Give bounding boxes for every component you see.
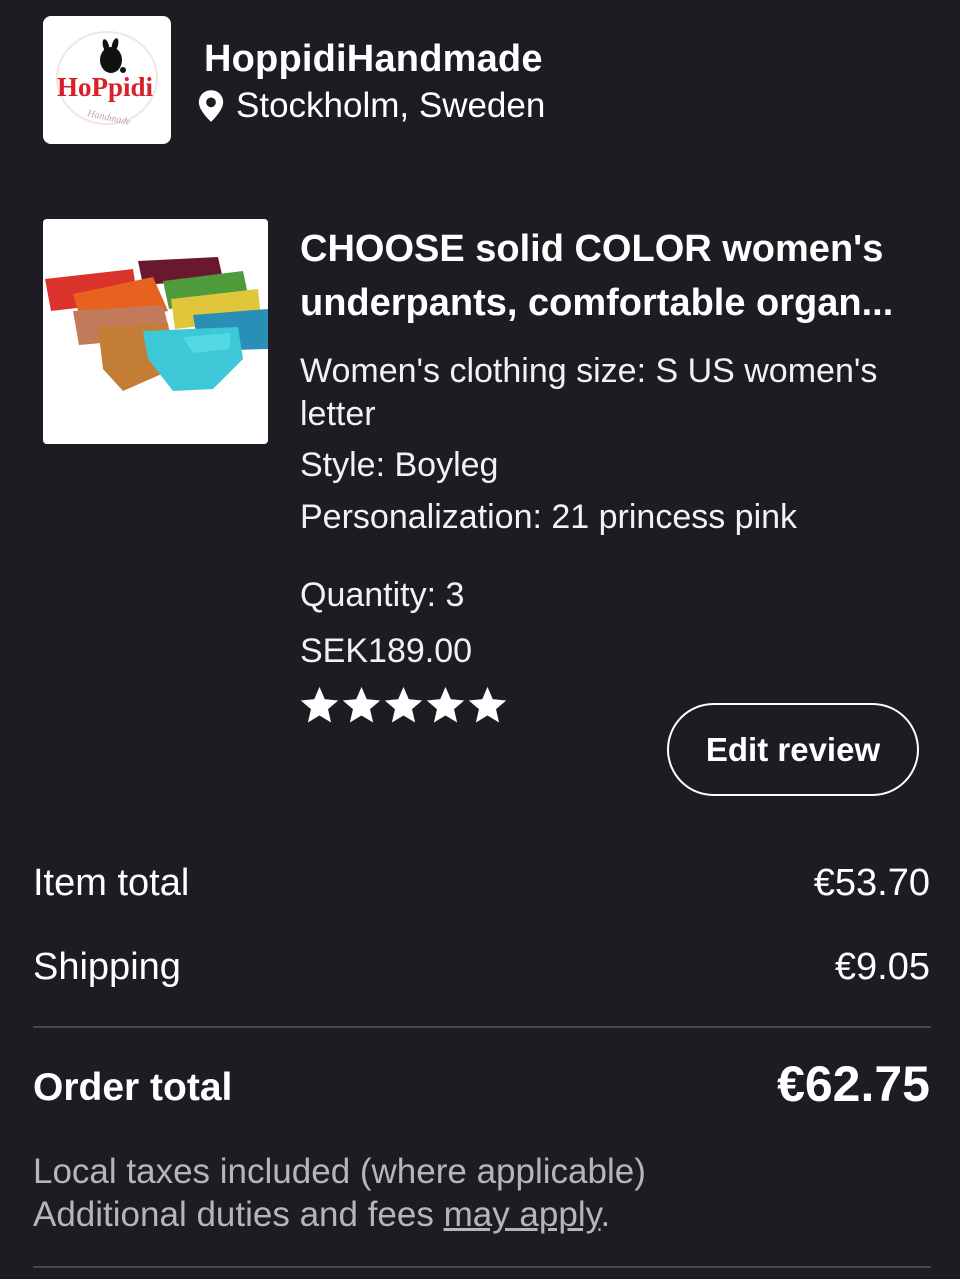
product-size-line1: Women's clothing size: S US women's (300, 352, 878, 390)
duties-note-line: Additional duties and fees may apply. (33, 1193, 646, 1236)
star-icon (300, 686, 339, 723)
product-title-line1: CHOOSE solid COLOR women's (300, 228, 884, 270)
logo-text: HoPpidi (57, 72, 154, 102)
product-title[interactable]: CHOOSE solid COLOR women's underpants, c… (300, 222, 940, 330)
item-total-value: €53.70 (813, 862, 930, 904)
shop-logo[interactable]: HoPpidi Handmade (43, 16, 171, 144)
duties-prefix: Additional duties and fees (33, 1195, 444, 1234)
shop-name[interactable]: HoppidiHandmade (204, 38, 543, 81)
order-total-value: €62.75 (777, 1056, 930, 1112)
shop-logo-image: HoPpidi Handmade (56, 31, 158, 128)
star-icon (384, 686, 423, 723)
shipping-value: €9.05 (834, 946, 930, 988)
review-stars (300, 686, 507, 725)
product-price: SEK189.00 (300, 632, 473, 670)
order-total-label: Order total (33, 1066, 233, 1109)
shop-location: Stockholm, Sweden (196, 86, 545, 126)
location-pin-icon (198, 90, 224, 122)
product-size-line2: letter (300, 395, 376, 433)
product-personalization: Personalization: 21 princess pink (300, 498, 798, 536)
duties-suffix: . (600, 1195, 611, 1234)
tax-note: Local taxes included (where applicable) … (33, 1150, 646, 1236)
product-title-line2: underpants, comfortable organ... (300, 282, 894, 324)
shipping-label: Shipping (33, 946, 181, 988)
star-icon (426, 686, 465, 723)
divider-bottom (33, 1266, 931, 1268)
star-icon (468, 686, 507, 723)
edit-review-button[interactable]: Edit review (667, 703, 919, 796)
product-image[interactable] (43, 219, 268, 444)
product-size: Women's clothing size: S US women's lett… (300, 350, 877, 436)
product-photo (43, 219, 268, 444)
tax-note-line: Local taxes included (where applicable) (33, 1152, 646, 1191)
divider (33, 1026, 931, 1028)
star-icon (342, 686, 381, 723)
product-style: Style: Boyleg (300, 446, 499, 484)
product-quantity: Quantity: 3 (300, 576, 465, 614)
item-total-label: Item total (33, 862, 190, 904)
shop-location-text: Stockholm, Sweden (236, 86, 546, 125)
may-apply-link[interactable]: may apply (444, 1195, 601, 1234)
